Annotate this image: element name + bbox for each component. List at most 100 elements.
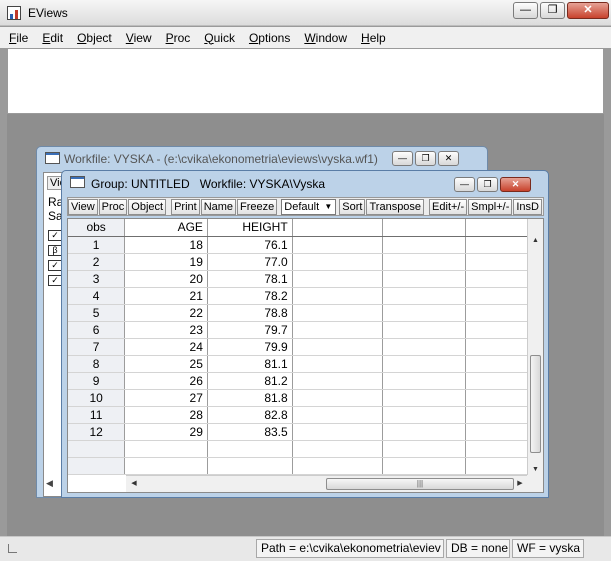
- menu-options[interactable]: Options: [249, 31, 290, 45]
- view-button[interactable]: View: [68, 198, 98, 215]
- empty-cell[interactable]: [382, 321, 467, 339]
- height-cell[interactable]: 81.1: [207, 355, 293, 373]
- empty-cell[interactable]: [382, 236, 467, 254]
- height-cell[interactable]: 77.0: [207, 253, 293, 271]
- empty-cell[interactable]: [292, 338, 384, 356]
- coefficient-object-icon[interactable]: β: [48, 245, 62, 256]
- empty-cell[interactable]: [207, 440, 293, 458]
- series-object-icon[interactable]: ✓: [48, 260, 62, 271]
- workfile-close-button[interactable]: ✕: [438, 151, 459, 166]
- row-obs-cell[interactable]: 2: [68, 253, 126, 271]
- height-cell[interactable]: 81.8: [207, 389, 293, 407]
- horizontal-scroll-thumb[interactable]: |||: [326, 478, 514, 490]
- age-cell[interactable]: 22: [124, 304, 208, 322]
- header-obs[interactable]: obs: [68, 219, 126, 237]
- empty-cell[interactable]: [292, 321, 384, 339]
- height-cell[interactable]: 81.2: [207, 372, 293, 390]
- group-window[interactable]: Group: UNTITLED Workfile: VYSKA\Vyska — ❐…: [61, 170, 549, 498]
- scroll-up-icon[interactable]: ▲: [528, 235, 543, 247]
- proc-button[interactable]: Proc: [98, 198, 128, 215]
- age-cell[interactable]: 29: [124, 423, 208, 441]
- minimize-button[interactable]: —: [513, 2, 538, 19]
- height-cell[interactable]: 78.2: [207, 287, 293, 305]
- spreadsheet-grid[interactable]: obs AGE HEIGHT 1 18 76.1 2 19 77.0 3 20 78.1 4 21 7…: [67, 218, 544, 493]
- empty-cell[interactable]: [292, 440, 384, 458]
- empty-cell[interactable]: [292, 372, 384, 390]
- vertical-scrollbar[interactable]: ▲ ▼: [527, 219, 543, 476]
- empty-cell[interactable]: [207, 457, 293, 475]
- header-empty-cell[interactable]: [382, 219, 467, 237]
- workfile-maximize-button[interactable]: ❐: [415, 151, 436, 166]
- chevron-down-icon[interactable]: ▼: [322, 201, 334, 213]
- command-window[interactable]: [7, 48, 604, 114]
- workfile-minimize-button[interactable]: —: [392, 151, 413, 166]
- empty-cell[interactable]: [124, 457, 208, 475]
- row-obs-cell[interactable]: 3: [68, 270, 126, 288]
- age-cell[interactable]: 28: [124, 406, 208, 424]
- freeze-button[interactable]: Freeze: [237, 198, 278, 215]
- height-cell[interactable]: 78.8: [207, 304, 293, 322]
- print-button[interactable]: Print: [171, 198, 200, 215]
- empty-cell[interactable]: [382, 270, 467, 288]
- vertical-scroll-thumb[interactable]: [530, 355, 541, 453]
- maximize-button[interactable]: ❐: [540, 2, 565, 19]
- row-obs-cell[interactable]: 12: [68, 423, 126, 441]
- row-obs-cell[interactable]: 8: [68, 355, 126, 373]
- empty-cell[interactable]: [382, 423, 467, 441]
- age-cell[interactable]: 20: [124, 270, 208, 288]
- sort-button[interactable]: Sort: [339, 198, 366, 215]
- resize-grip-icon[interactable]: [8, 544, 17, 553]
- empty-cell[interactable]: [382, 287, 467, 305]
- height-cell[interactable]: 79.9: [207, 338, 293, 356]
- insdel-button[interactable]: InsD: [513, 198, 542, 215]
- height-cell[interactable]: 78.1: [207, 270, 293, 288]
- row-obs-cell[interactable]: 6: [68, 321, 126, 339]
- empty-cell[interactable]: [292, 355, 384, 373]
- empty-cell[interactable]: [382, 389, 467, 407]
- menu-object[interactable]: Object: [77, 31, 112, 45]
- menu-proc[interactable]: Proc: [166, 31, 191, 45]
- name-button[interactable]: Name: [200, 198, 237, 215]
- empty-cell[interactable]: [382, 355, 467, 373]
- empty-cell[interactable]: [292, 406, 384, 424]
- height-cell[interactable]: 76.1: [207, 236, 293, 254]
- row-obs-cell[interactable]: 4: [68, 287, 126, 305]
- menu-window[interactable]: Window: [304, 31, 347, 45]
- age-cell[interactable]: 18: [124, 236, 208, 254]
- empty-cell[interactable]: [68, 440, 126, 458]
- empty-cell[interactable]: [382, 440, 467, 458]
- row-obs-cell[interactable]: 1: [68, 236, 126, 254]
- empty-cell[interactable]: [382, 372, 467, 390]
- age-cell[interactable]: 21: [124, 287, 208, 305]
- series-object-icon[interactable]: ✓: [48, 230, 62, 241]
- close-button[interactable]: ✕: [567, 2, 609, 19]
- empty-cell[interactable]: [292, 287, 384, 305]
- empty-cell[interactable]: [292, 457, 384, 475]
- height-cell[interactable]: 82.8: [207, 406, 293, 424]
- format-select[interactable]: Default ▼: [281, 198, 337, 215]
- empty-cell[interactable]: [68, 457, 126, 475]
- row-obs-cell[interactable]: 7: [68, 338, 126, 356]
- age-cell[interactable]: 24: [124, 338, 208, 356]
- menu-help[interactable]: Help: [361, 31, 386, 45]
- menu-file[interactable]: File: [9, 31, 28, 45]
- age-cell[interactable]: 19: [124, 253, 208, 271]
- row-obs-cell[interactable]: 5: [68, 304, 126, 322]
- header-age[interactable]: AGE: [124, 219, 208, 237]
- empty-cell[interactable]: [292, 270, 384, 288]
- empty-cell[interactable]: [124, 440, 208, 458]
- series-object-icon[interactable]: ✓: [48, 275, 62, 286]
- eviews-app-icon[interactable]: [7, 6, 21, 20]
- empty-cell[interactable]: [292, 423, 384, 441]
- edit-toggle-button[interactable]: Edit+/-: [429, 198, 468, 215]
- object-button[interactable]: Object: [128, 198, 167, 215]
- header-height[interactable]: HEIGHT: [207, 219, 293, 237]
- scroll-left-icon[interactable]: ◀: [128, 478, 140, 490]
- empty-cell[interactable]: [382, 338, 467, 356]
- height-cell[interactable]: 79.7: [207, 321, 293, 339]
- menu-view[interactable]: View: [126, 31, 152, 45]
- age-cell[interactable]: 26: [124, 372, 208, 390]
- group-close-button[interactable]: ✕: [500, 177, 531, 192]
- row-obs-cell[interactable]: 10: [68, 389, 126, 407]
- header-empty-cell[interactable]: [292, 219, 384, 237]
